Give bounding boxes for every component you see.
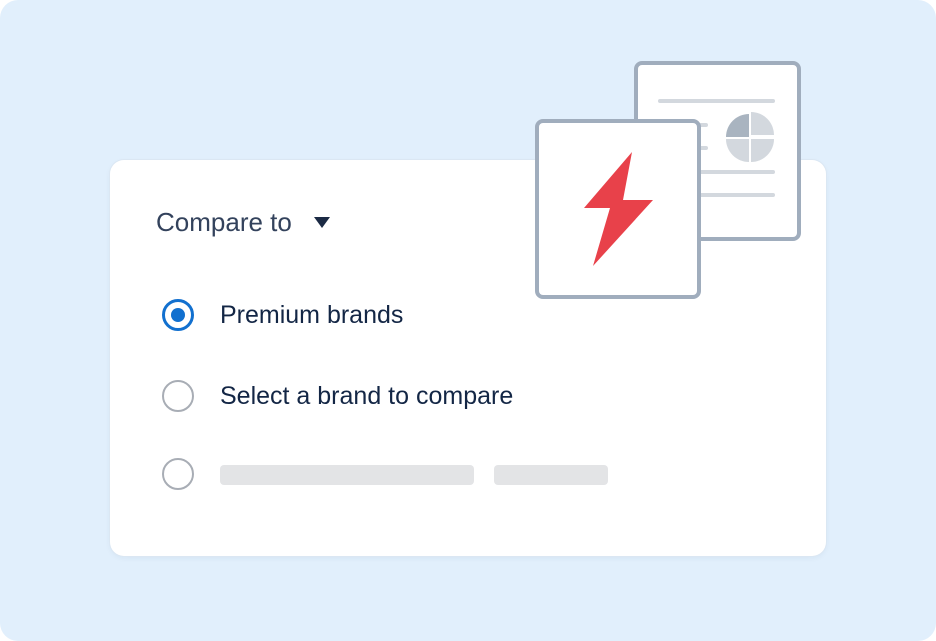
lightning-bolt-icon xyxy=(535,119,701,299)
placeholder-bar-short xyxy=(494,465,608,485)
placeholder-bar-long xyxy=(220,465,474,485)
compare-to-label: Compare to xyxy=(156,207,292,237)
radio-select-brand[interactable] xyxy=(162,380,194,412)
option-placeholder[interactable] xyxy=(162,458,194,490)
compare-to-dropdown[interactable]: Compare to xyxy=(156,207,330,238)
radio-premium-brands[interactable] xyxy=(162,299,194,331)
option-label-select-brand: Select a brand to compare xyxy=(220,381,514,410)
report-illustration xyxy=(535,61,801,299)
radio-placeholder[interactable] xyxy=(162,458,194,490)
option-premium-brands[interactable]: Premium brands xyxy=(162,299,403,331)
option-label-premium-brands: Premium brands xyxy=(220,300,404,329)
option-select-brand[interactable]: Select a brand to compare xyxy=(162,380,513,412)
caret-down-icon xyxy=(313,217,330,228)
